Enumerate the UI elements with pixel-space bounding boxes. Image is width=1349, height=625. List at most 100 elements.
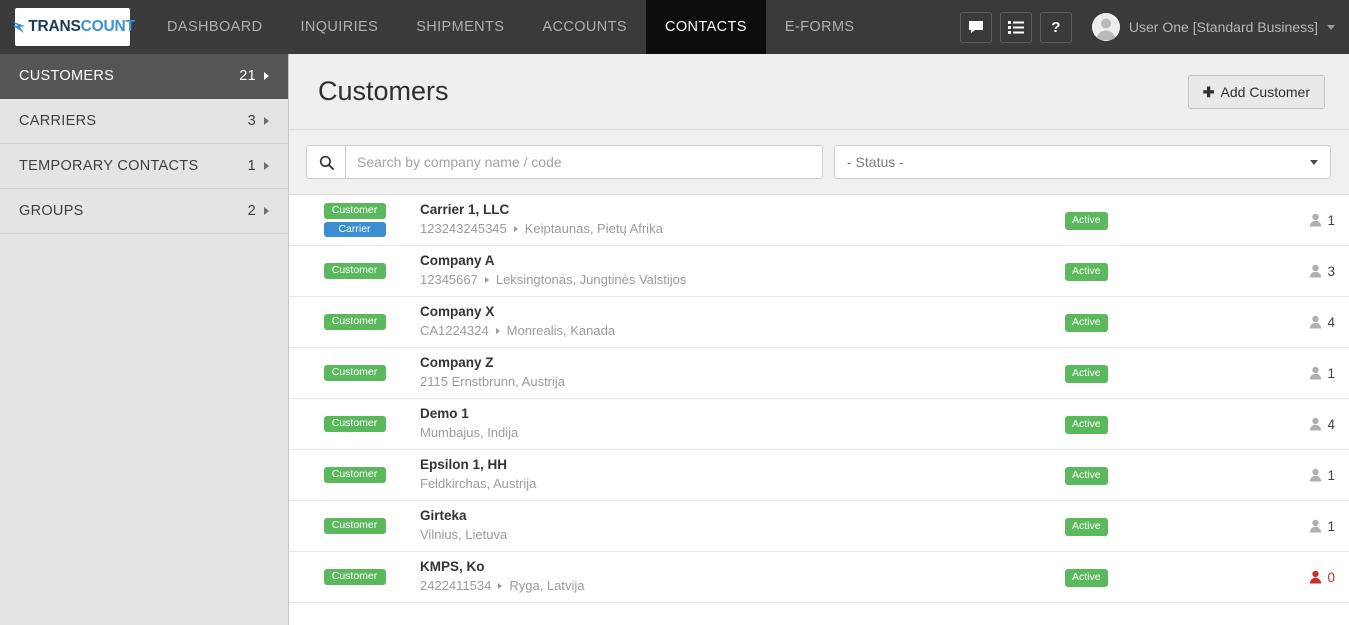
- status-filter-select[interactable]: - Status -: [834, 145, 1331, 179]
- table-row[interactable]: Customer Company X CA1224324 Monrealis, Kan…: [289, 297, 1349, 348]
- row-badges: Customer: [289, 416, 420, 432]
- sidebar-item-customers[interactable]: CUSTOMERS 21: [0, 54, 288, 99]
- help-button[interactable]: ?: [1039, 11, 1072, 43]
- table-row[interactable]: Customer Carrier Carrier 1, LLC 12324324534…: [289, 195, 1349, 246]
- table-row[interactable]: Customer Company A 12345667 Leksingtonas, J…: [289, 246, 1349, 297]
- row-location: Keiptaunas, Pietų Afrika: [524, 220, 663, 236]
- row-status: Active: [1065, 210, 1295, 230]
- row-badges: Customer: [289, 365, 420, 381]
- table-row[interactable]: Customer Girteka Vilnius, Lietuva Active 1: [289, 501, 1349, 552]
- user-menu[interactable]: User One [Standard Business]: [1091, 13, 1335, 41]
- user-icon: [1310, 264, 1322, 278]
- status-badge: Active: [1065, 569, 1108, 587]
- type-badge: Customer: [323, 467, 386, 483]
- nav-item-contacts[interactable]: CONTACTS: [645, 0, 766, 54]
- sidebar: CUSTOMERS 21 CARRIERS 3 TEMPORARY CONTAC…: [0, 54, 289, 625]
- separator-icon: [513, 226, 518, 233]
- nav-item-inquiries[interactable]: INQUIRIES: [281, 0, 397, 54]
- nav-item-shipments[interactable]: SHIPMENTS: [397, 0, 523, 54]
- user-icon: [1310, 213, 1322, 227]
- search-group: [306, 145, 823, 179]
- row-company-name[interactable]: Demo 1: [420, 406, 1065, 423]
- chevron-right-icon: [264, 207, 269, 215]
- row-main: Company Z 2115 Ernstbrunn, Austrija: [420, 355, 1065, 391]
- search-input[interactable]: [345, 145, 823, 179]
- sidebar-item-count: 2: [247, 203, 256, 219]
- page-shell: CUSTOMERS 21 CARRIERS 3 TEMPORARY CONTAC…: [0, 54, 1349, 625]
- user-icon: [1310, 417, 1322, 431]
- row-company-name[interactable]: KMPS, Ko: [420, 559, 1065, 576]
- nav-item-dashboard[interactable]: DASHBOARD: [148, 0, 281, 54]
- user-count-value: 3: [1327, 263, 1335, 279]
- row-main: Epsilon 1, HH Feldkirchas, Austrija: [420, 457, 1065, 493]
- row-main: Company A 12345667 Leksingtonas, Jungtinės…: [420, 253, 1065, 289]
- avatar-icon: [1091, 13, 1120, 41]
- row-subtitle: Vilnius, Lietuva: [420, 527, 1065, 544]
- row-company-name[interactable]: Girteka: [420, 508, 1065, 525]
- row-location: Leksingtonas, Jungtinės Valstijos: [495, 271, 687, 287]
- avatar: [1091, 13, 1120, 41]
- chat-button[interactable]: [959, 11, 992, 43]
- row-user-count: 1: [1295, 519, 1335, 534]
- row-main: Carrier 1, LLC 123243245345 Keiptaunas, Pi…: [420, 202, 1065, 238]
- sidebar-item-count: 3: [247, 113, 256, 129]
- user-icon: [1310, 366, 1322, 380]
- list-button[interactable]: [999, 11, 1032, 43]
- status-badge: Active: [1065, 314, 1108, 332]
- brand-logo[interactable]: TRANSCOUNT: [11, 8, 135, 46]
- add-customer-label: Add Customer: [1220, 83, 1310, 100]
- sidebar-item-label: GROUPS: [19, 203, 84, 219]
- filter-bar: - Status -: [289, 130, 1349, 195]
- row-company-name[interactable]: Company X: [420, 304, 1065, 321]
- row-user-count: 1: [1295, 468, 1335, 483]
- row-user-count: 1: [1295, 366, 1335, 381]
- row-main: Company X CA1224324 Monrealis, Kanada: [420, 304, 1065, 340]
- type-badge: Carrier: [323, 221, 386, 237]
- table-row[interactable]: Customer Epsilon 1, HH Feldkirchas, Austri…: [289, 450, 1349, 501]
- row-company-name[interactable]: Company A: [420, 253, 1065, 270]
- user-icon: [1310, 315, 1322, 329]
- row-company-name[interactable]: Company Z: [420, 355, 1065, 372]
- type-badge: Customer: [323, 203, 386, 219]
- row-company-name[interactable]: Carrier 1, LLC: [420, 202, 1065, 219]
- table-row[interactable]: Customer KMPS, Ko 2422411534 Ryga, Latvija A…: [289, 552, 1349, 603]
- row-badges: Customer: [289, 263, 420, 279]
- status-badge: Active: [1065, 467, 1108, 485]
- chevron-right-icon: [264, 162, 269, 170]
- sidebar-item-label: TEMPORARY CONTACTS: [19, 158, 199, 174]
- row-location: Feldkirchas, Austrija: [420, 475, 537, 491]
- row-badges: Customer: [289, 467, 420, 483]
- row-status: Active: [1065, 516, 1295, 536]
- user-icon: [1310, 468, 1322, 482]
- row-company-name[interactable]: Epsilon 1, HH: [420, 457, 1065, 474]
- table-row[interactable]: Customer Demo 1 Mumbajus, Indija Active 4: [289, 399, 1349, 450]
- row-location: Monrealis, Kanada: [506, 322, 616, 338]
- sidebar-item-carriers[interactable]: CARRIERS 3: [0, 99, 288, 144]
- row-code: 12345667: [420, 271, 478, 287]
- type-badge: Customer: [323, 416, 386, 432]
- user-count-value: 1: [1327, 518, 1335, 534]
- status-filter-value: - Status -: [847, 154, 904, 170]
- row-location: Ryga, Latvija: [509, 577, 585, 593]
- sidebar-item-groups[interactable]: GROUPS 2: [0, 189, 288, 234]
- sidebar-item-count: 21: [239, 68, 256, 84]
- nav-item-eforms[interactable]: E-FORMS: [766, 0, 874, 54]
- chevron-down-icon: [1327, 24, 1335, 30]
- row-subtitle: 2115 Ernstbrunn, Austrija: [420, 374, 1065, 391]
- nav-item-accounts[interactable]: ACCOUNTS: [523, 0, 646, 54]
- user-count-value: 0: [1327, 569, 1335, 585]
- row-main: Demo 1 Mumbajus, Indija: [420, 406, 1065, 442]
- page-header: Customers ✚ Add Customer: [289, 54, 1349, 130]
- logo-text-primary: TRANS: [28, 18, 81, 36]
- logo-text-secondary: COUNT: [80, 18, 135, 36]
- sidebar-item-label: CARRIERS: [19, 113, 97, 129]
- row-main: KMPS, Ko 2422411534 Ryga, Latvija: [420, 559, 1065, 595]
- plus-icon: ✚: [1202, 83, 1215, 100]
- row-user-count: 4: [1295, 315, 1335, 330]
- user-name-label: User One [Standard Business]: [1128, 19, 1318, 35]
- sidebar-item-temporary-contacts[interactable]: TEMPORARY CONTACTS 1: [0, 144, 288, 189]
- add-customer-button[interactable]: ✚ Add Customer: [1187, 74, 1325, 109]
- table-row[interactable]: Customer Company Z 2115 Ernstbrunn, Austri…: [289, 348, 1349, 399]
- chat-icon: [968, 21, 983, 33]
- row-user-count: 1: [1295, 213, 1335, 228]
